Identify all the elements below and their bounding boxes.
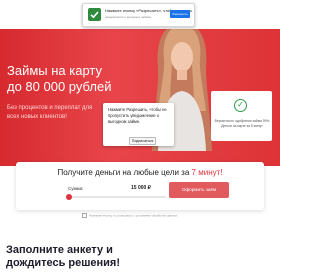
amount-slider-handle[interactable] bbox=[66, 194, 72, 200]
amount-slider[interactable] bbox=[66, 194, 166, 200]
amount-label: Сумма: bbox=[68, 186, 84, 191]
subscribe-button[interactable]: Подписаться bbox=[129, 137, 156, 145]
approval-widget-text: Вероятность одобрения займа 99% Деньги н… bbox=[214, 119, 270, 128]
form-title-highlight: 7 минут! bbox=[191, 168, 223, 177]
browser-notification-prompt: Нажмите кнопку «Разрешить», чтобы получа… bbox=[82, 3, 195, 27]
form-title-text: Получите деньги на любые цели за bbox=[57, 168, 190, 177]
hero-title: Займы на карту до 80 000 рублей bbox=[7, 63, 112, 94]
allow-notifications-button[interactable]: Разрешить bbox=[170, 10, 190, 18]
consent-checkbox[interactable] bbox=[82, 213, 87, 218]
consent-disclaimer: Нажимая кнопку, я соглашаюсь с условиями… bbox=[82, 213, 177, 218]
section-title: Заполните анкету и дождитесь решения! bbox=[6, 244, 121, 269]
amount-value: 15 000 ₽ bbox=[131, 185, 151, 191]
notification-subtitle: уведомления о выгодных займах bbox=[105, 15, 152, 19]
subscribe-popup: Нажмите Разрешить, чтобы не пропустить у… bbox=[103, 103, 174, 146]
approval-widget: ✓ Вероятность одобрения займа 99% Деньги… bbox=[211, 91, 272, 141]
loan-form: Получите деньги на любые цели за 7 минут… bbox=[16, 162, 264, 210]
checkmark-icon bbox=[88, 8, 101, 21]
subscribe-popup-text: Нажмите Разрешить, чтобы не пропустить у… bbox=[108, 107, 167, 124]
form-title: Получите деньги на любые цели за 7 минут… bbox=[16, 168, 264, 177]
disclaimer-text: Нажимая кнопку, я соглашаюсь с условиями… bbox=[89, 213, 178, 218]
check-circle-icon: ✓ bbox=[234, 99, 247, 112]
hero-banner: Займы на карту до 80 000 рублей Без проц… bbox=[0, 29, 280, 166]
hero-subtitle: Без процентов и переплат для всех новых … bbox=[7, 105, 93, 120]
submit-loan-button[interactable]: Оформить заём bbox=[169, 182, 229, 198]
